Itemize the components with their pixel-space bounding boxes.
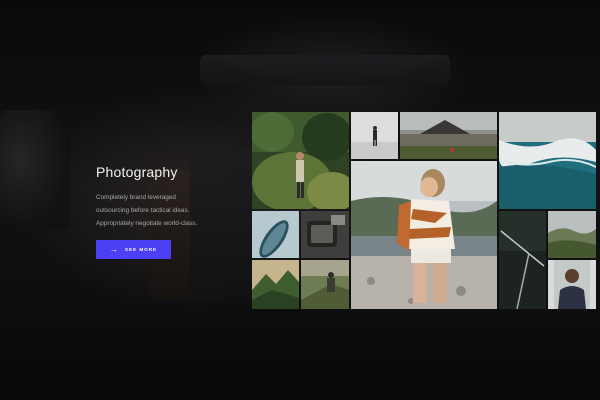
gallery-photo-mountain-valley[interactable] xyxy=(252,260,299,309)
gallery-photo-camera-gear[interactable] xyxy=(301,211,349,258)
gallery-photo-mountain-crater[interactable] xyxy=(400,112,497,159)
gallery-photo-ocean-waves[interactable] xyxy=(499,112,596,209)
description-line: Completely brand leveraged xyxy=(96,194,176,201)
gallery-photo-surfboard[interactable] xyxy=(252,211,299,258)
page-title: Photography xyxy=(96,164,178,180)
description-line: outsourcing before tactical ideas. xyxy=(96,207,190,214)
gallery-photo-green-hills[interactable] xyxy=(548,211,596,258)
arrow-right-icon: → xyxy=(109,244,119,254)
gallery-photo-road-aerial[interactable] xyxy=(499,211,546,309)
gallery-photo-hiker-sitting[interactable] xyxy=(301,260,349,309)
background-shelf xyxy=(200,55,450,85)
background-lamp xyxy=(0,110,70,230)
gallery-photo-snow-field[interactable] xyxy=(351,112,398,159)
see-more-button[interactable]: → SEE MORE xyxy=(96,240,171,259)
gallery-photo-man-portrait[interactable] xyxy=(548,260,596,309)
gallery-photo-woman-striped-sweater[interactable] xyxy=(351,161,497,309)
hero-text-block: Photography Completely brand leveraged o… xyxy=(96,162,246,259)
photo-gallery xyxy=(252,112,596,309)
hero-section: Photography Completely brand leveraged o… xyxy=(0,0,600,400)
hero-description: Completely brand leveraged outsourcing b… xyxy=(96,191,246,230)
see-more-label: SEE MORE xyxy=(124,247,158,252)
gallery-photo-hiker-forest[interactable] xyxy=(252,112,349,209)
description-line: Appropriately negotiate world-class. xyxy=(96,220,198,227)
